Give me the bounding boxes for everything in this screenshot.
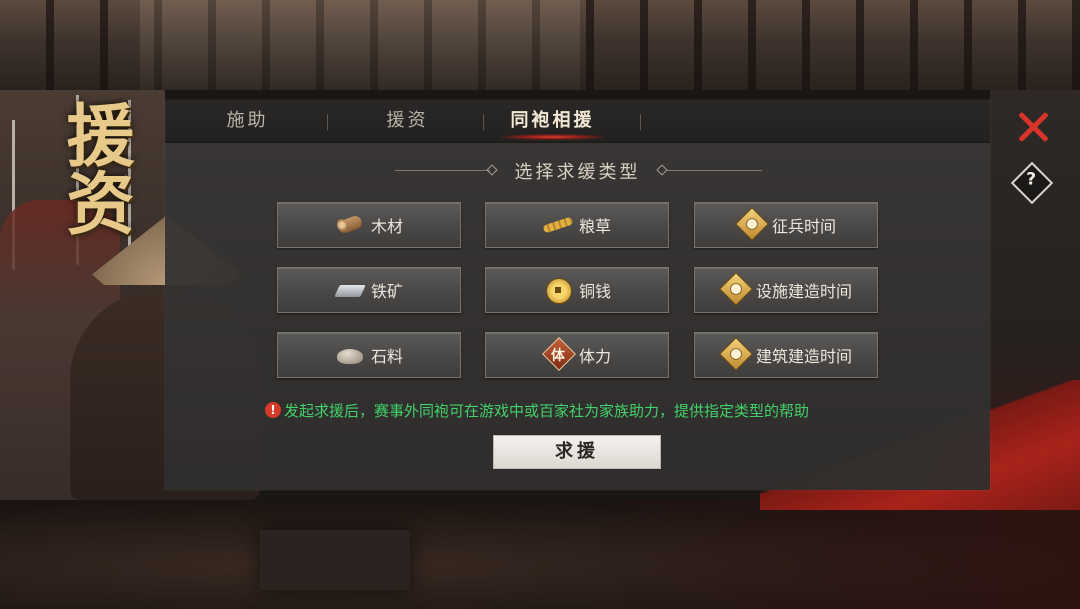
option-grain[interactable]: 粮草 — [485, 202, 669, 248]
warning-icon: ! — [265, 402, 281, 418]
option-building-build-time[interactable]: 建筑建造时间 — [694, 332, 878, 378]
background-floor — [0, 500, 1080, 609]
section-heading-text: 选择求缓类型 — [514, 162, 641, 183]
background-palace-roof — [0, 0, 1080, 90]
tab-give-aid[interactable]: 施助 — [185, 100, 310, 142]
option-label: 石料 — [370, 347, 403, 366]
option-stamina[interactable]: 体力 — [485, 332, 669, 378]
option-label: 征兵时间 — [771, 217, 836, 236]
option-conscription-time[interactable]: 征兵时间 — [694, 202, 878, 248]
option-iron-ore[interactable]: 铁矿 — [277, 267, 461, 313]
tab-divider — [483, 114, 484, 130]
tab-divider — [327, 114, 328, 130]
title-calligraphy: 援资 — [54, 100, 134, 236]
iron-ore-icon — [335, 277, 365, 303]
stamina-icon — [543, 342, 573, 368]
building-build-time-icon — [720, 342, 750, 368]
heading-line-right — [667, 170, 762, 171]
wood-icon — [335, 212, 365, 238]
option-wood[interactable]: 木材 — [277, 202, 461, 248]
tab-comrade-aid[interactable]: 同袍相援 — [490, 100, 615, 142]
conscription-time-icon — [736, 212, 766, 238]
copper-coin-icon — [543, 277, 573, 304]
tab-supply-aid[interactable]: 援资 — [345, 100, 470, 142]
option-label: 粮草 — [578, 217, 611, 236]
option-label: 铜钱 — [578, 282, 611, 301]
option-label: 设施建造时间 — [755, 282, 852, 301]
assistance-panel: 施助 援资 同袍相援 选择求缓类型 木材 粮草 征兵时间 铁矿 铜钱 设施建造时… — [165, 100, 990, 490]
notice-message: 发起求援后，赛事外同袍可在游戏中或百家社为家族助力，提供指定类型的帮助 — [284, 401, 810, 420]
option-copper-coin[interactable]: 铜钱 — [485, 267, 669, 313]
option-facility-build-time[interactable]: 设施建造时间 — [694, 267, 878, 313]
option-stone[interactable]: 石料 — [277, 332, 461, 378]
option-label: 建筑建造时间 — [755, 347, 852, 366]
notice-text: ! 发起求援后，赛事外同袍可在游戏中或百家社为家族助力，提供指定类型的帮助 — [265, 399, 905, 421]
option-label: 铁矿 — [370, 282, 403, 301]
grain-icon — [543, 212, 573, 238]
option-label: 体力 — [578, 347, 611, 366]
option-label: 木材 — [370, 217, 403, 236]
tab-divider — [640, 114, 641, 130]
tab-bar: 施助 援资 同袍相援 — [165, 100, 990, 143]
request-aid-button[interactable]: 求援 — [493, 435, 661, 469]
stone-icon — [335, 342, 365, 368]
facility-build-time-icon — [720, 277, 750, 303]
close-icon[interactable] — [1016, 110, 1050, 144]
section-heading: 选择求缓类型 — [165, 156, 990, 186]
help-icon-glyph: ? — [1026, 169, 1037, 190]
